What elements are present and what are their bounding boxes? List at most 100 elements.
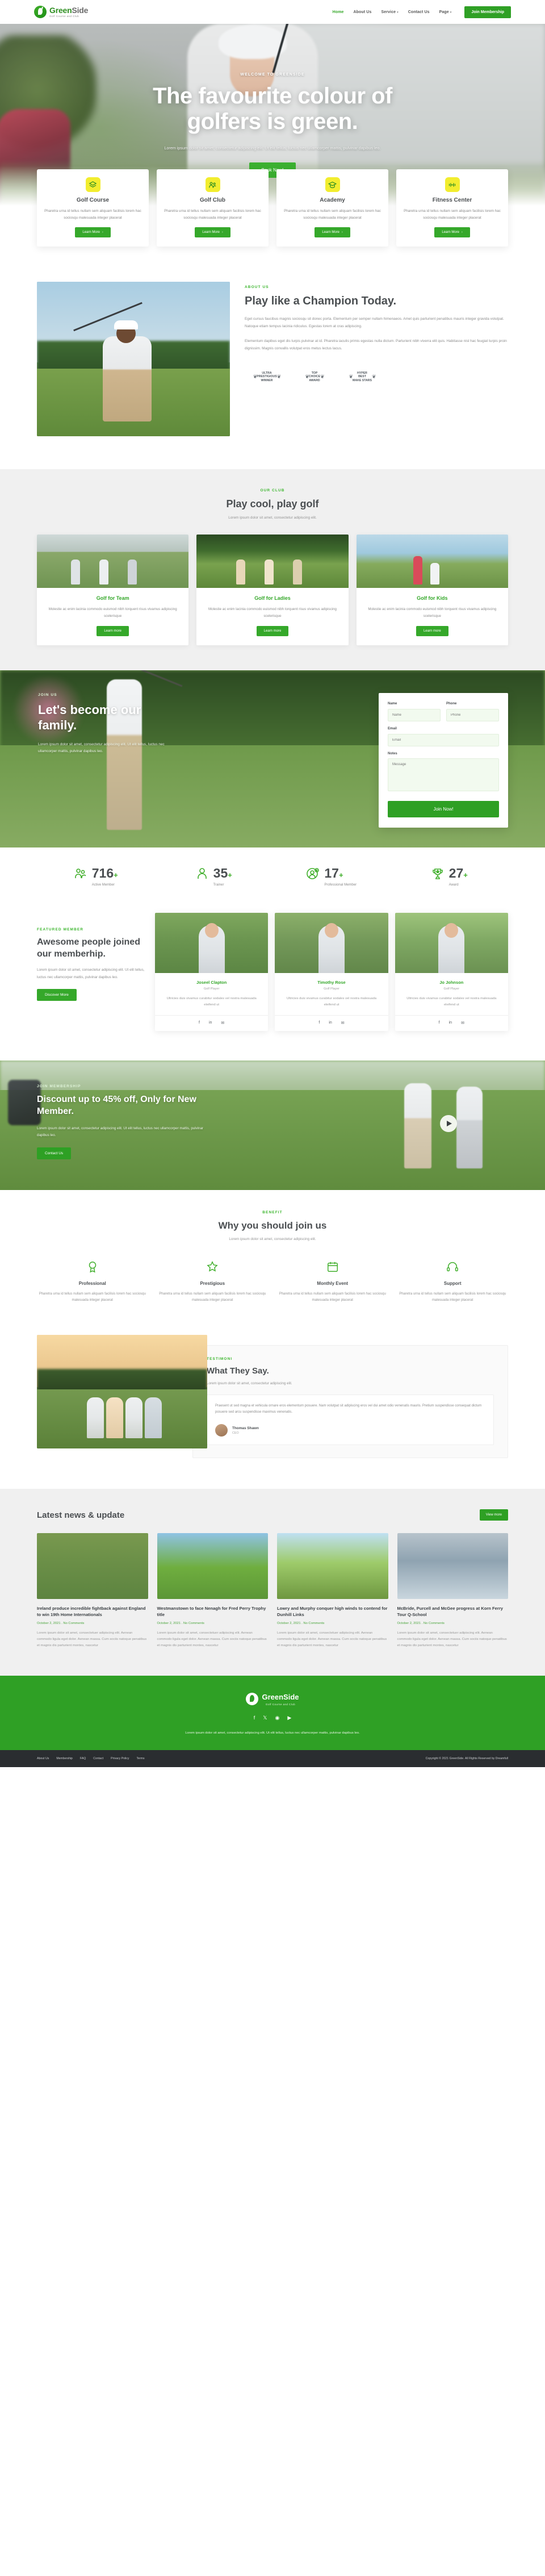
news-card[interactable]: Lowry and Murphy conquer high winds to c… (277, 1533, 388, 1650)
join-kicker: JOIN US (38, 692, 57, 697)
about-paragraph-1: Eget cursus faucibus magnis sociosqu sit… (245, 317, 504, 329)
news-title: Latest news & update (37, 1510, 125, 1520)
logo-tagline: Golf Course and Club (49, 14, 79, 18)
footer-link-privacy-policy[interactable]: Privacy Policy (111, 1757, 129, 1760)
about-section: ABOUT US Play like a Champion Today. Ege… (37, 272, 508, 469)
footer-link-about-us[interactable]: About Us (37, 1757, 49, 1760)
footer-link-membership[interactable]: Membership (56, 1757, 73, 1760)
news-card[interactable]: Westmanstown to face Nenagh for Fred Per… (157, 1533, 268, 1650)
twitter-icon[interactable]: 𝕏 (263, 1715, 267, 1721)
promo-kicker: JOIN MEMBERSHIP (37, 1084, 81, 1088)
club-card-team[interactable]: Golf for Team Molestie ac enim lacinia c… (37, 535, 189, 645)
member-role: Golf Player (324, 987, 339, 991)
learn-more-button[interactable]: Learn More › (75, 227, 111, 238)
facebook-icon[interactable]: f (199, 1021, 200, 1025)
footer-social-links: f 𝕏 ◉ ▶ (0, 1715, 545, 1721)
nav-item-about-us[interactable]: About Us (354, 10, 372, 14)
member-body: Ultricies duis vivamus curabitur sodales… (286, 996, 377, 1007)
club-card-kids[interactable]: Golf for Kids Molestie ac enim lacinia c… (356, 535, 508, 645)
stats-section: 716+ Active Member 35+ Trainer 17+ Profe… (37, 847, 508, 909)
club-card-ladies[interactable]: Golf for Ladies Molestie ac enim lacinia… (196, 535, 349, 645)
nav-item-page[interactable]: Page ▾ (439, 10, 452, 14)
join-now-button[interactable]: Join Now! (388, 800, 499, 817)
news-card[interactable]: McBride, Purcell and McGee progress at K… (397, 1533, 508, 1650)
member-card[interactable]: Timothy Rose Golf Player Ultricies duis … (275, 912, 388, 1031)
site-header: GreenSide Golf Course and Club Home Abou… (0, 0, 545, 24)
mail-icon[interactable]: ✉ (461, 1021, 464, 1025)
learn-more-button[interactable]: Learn more (416, 625, 448, 636)
discover-more-button[interactable]: Discover More (37, 988, 77, 1001)
news-card-meta: October 2, 2021 . No Comments (277, 1622, 325, 1625)
membership-form: Name Phone Email Notes Join Now! (379, 692, 508, 828)
testimonial-section: TESTIMONI What They Say. Lorem ipsum dol… (37, 1329, 508, 1489)
members-icon (74, 867, 87, 883)
contact-us-button[interactable]: Contact Us (37, 1147, 72, 1160)
benefits-title: Why you should join us (218, 1220, 327, 1231)
facebook-icon[interactable]: f (439, 1021, 440, 1025)
nav-item-contact-us[interactable]: Contact Us (408, 10, 430, 14)
mail-icon[interactable]: ✉ (341, 1021, 345, 1025)
footer-link-faq[interactable]: FAQ (80, 1757, 86, 1760)
facebook-icon[interactable]: f (318, 1021, 320, 1025)
news-card[interactable]: Ireland produce incredible fightback aga… (37, 1533, 148, 1650)
member-name: Joseel Clapton (196, 979, 227, 985)
linkedin-icon[interactable]: in (449, 1021, 452, 1025)
footer-link-terms[interactable]: Terms (136, 1757, 144, 1760)
instagram-icon[interactable]: ◉ (275, 1715, 280, 1721)
news-card-body: Lorem ipsum dolor sit amet, consectetuer… (157, 1631, 267, 1648)
trophy-icon (431, 867, 445, 883)
club-card-image (356, 535, 508, 588)
youtube-icon[interactable]: ▶ (287, 1715, 291, 1721)
benefit-professional: Professional Pharetra urna id tellus nul… (37, 1258, 148, 1304)
feature-card-fitness-center[interactable]: Fitness Center Pharetra urna id tellus n… (396, 169, 508, 247)
member-card[interactable]: Jo Johnson Golf Player Ultricies duis vi… (395, 912, 508, 1031)
hero-kicker: WELCOME TO GREENSIDE (240, 73, 305, 77)
benefit-body: Pharetra urna id tellus nullam sem aliqu… (399, 1292, 506, 1302)
award-badges: ❦ ULTRA PRESTIGIOUS WINNER ❦ ❦ TOP CHOICE AW… (245, 365, 508, 389)
feature-title: Fitness Center (432, 197, 472, 203)
benefit-body: Pharetra urna id tellus nullam sem aliqu… (159, 1292, 266, 1302)
nav-item-service[interactable]: Service ▾ (381, 10, 398, 14)
avatar (215, 1424, 228, 1437)
join-membership-button[interactable]: Join Membership (464, 6, 511, 18)
chevron-right-icon: › (342, 231, 343, 235)
linkedin-icon[interactable]: in (329, 1021, 332, 1025)
learn-more-button[interactable]: Learn more (97, 625, 129, 636)
chevron-down-icon: ▾ (450, 10, 452, 14)
name-input[interactable] (388, 708, 441, 721)
club-lead: Lorem ipsum dolor sit amet, consectetur … (228, 516, 317, 520)
footer-link-contact[interactable]: Contact (93, 1757, 103, 1760)
members-title: Awesome people joined our memberhip. (37, 937, 140, 959)
promo-title: Discount up to 45% off, Only for New Mem… (37, 1094, 196, 1117)
play-video-button[interactable] (440, 1114, 457, 1132)
phone-input[interactable] (446, 708, 499, 721)
footer-logo[interactable]: GreenSide Golf Course and Club (0, 1693, 545, 1706)
nav-item-home[interactable]: Home (333, 10, 344, 14)
feature-card-golf-course[interactable]: Golf Course Pharetra urna id tellus null… (37, 169, 149, 247)
stat-label: Active Member (91, 883, 115, 887)
news-card-body: Lorem ipsum dolor sit amet, consectetuer… (277, 1631, 387, 1648)
learn-more-button[interactable]: Learn More › (434, 227, 470, 238)
learn-more-button[interactable]: Learn more (256, 625, 289, 636)
person-icon (195, 867, 209, 883)
logo-mark-icon (246, 1693, 259, 1706)
facebook-icon[interactable]: f (254, 1715, 255, 1721)
linkedin-icon[interactable]: in (209, 1021, 212, 1025)
site-logo[interactable]: GreenSide Golf Course and Club (34, 6, 88, 18)
benefit-title: Professional (78, 1280, 106, 1286)
notes-textarea[interactable] (388, 758, 499, 791)
learn-more-button[interactable]: Learn More › (315, 227, 350, 238)
learn-more-button[interactable]: Learn More › (195, 227, 230, 238)
feature-card-golf-club[interactable]: Golf Club Pharetra urna id tellus nullam… (157, 169, 269, 247)
stat-value: 17 (324, 865, 339, 880)
view-more-button[interactable]: View more (479, 1509, 508, 1521)
email-input[interactable] (388, 733, 499, 746)
feature-body: Pharetra urna id tellus nullam sem aliqu… (164, 209, 261, 220)
site-footer: GreenSide Golf Course and Club f 𝕏 ◉ ▶ L… (0, 1675, 545, 1750)
calendar-icon (324, 1258, 341, 1275)
news-card-title: Lowry and Murphy conquer high winds to c… (277, 1606, 388, 1617)
feature-card-academy[interactable]: Academy Pharetra urna id tellus nullam s… (276, 169, 388, 247)
member-card[interactable]: Joseel Clapton Golf Player Ultricies dui… (155, 912, 269, 1031)
member-name: Jo Johnson (439, 979, 464, 985)
mail-icon[interactable]: ✉ (221, 1021, 224, 1025)
